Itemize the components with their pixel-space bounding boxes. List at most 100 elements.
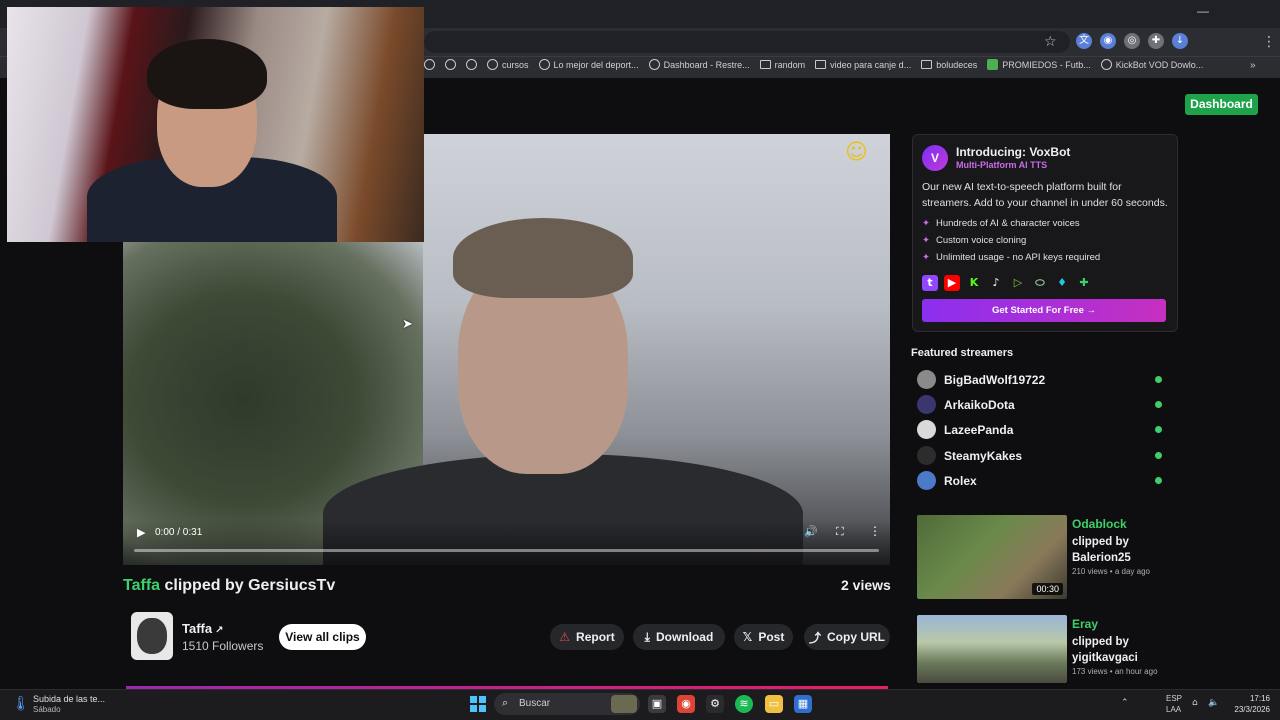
download-icon[interactable]: ↓ (1172, 33, 1188, 49)
streamer-avatar (917, 370, 936, 389)
keyboard-layout-indicator[interactable]: LAA (1166, 705, 1181, 714)
online-indicator-icon (1155, 376, 1162, 383)
streamer-avatar[interactable] (131, 612, 173, 660)
bookmark-star-icon[interactable]: ☆ (1044, 34, 1057, 50)
youtube-icon: ▶ (944, 275, 960, 291)
address-bar[interactable] (424, 31, 1070, 53)
report-button[interactable]: ⚠ Report (550, 624, 624, 650)
side-clip-card[interactable]: 00:30 Odablock clipped by Balerion25 210 … (917, 515, 1167, 601)
browser-menu-icon[interactable]: ⋮ (1262, 34, 1276, 50)
folder-icon (759, 60, 771, 69)
taskbar-search-placeholder[interactable]: Buscar (519, 698, 550, 709)
clip-clipped-by: clipped by GersiucsTv (160, 577, 336, 594)
streamer-name: BigBadWolf19722 (944, 373, 1046, 387)
bookmark-item[interactable]: KickBot VOD Dowlo... (1100, 59, 1203, 70)
clip-meta: 210 views • a day ago (1072, 567, 1150, 576)
steam-icon[interactable]: ⚙ (706, 695, 724, 713)
online-indicator-icon (1155, 477, 1162, 484)
external-link-icon: ↗ (215, 625, 224, 636)
clip-thumbnail[interactable]: 00:30 (917, 515, 1067, 599)
globe-icon (1100, 59, 1112, 70)
bookmark-icon-only[interactable] (424, 59, 435, 70)
featured-streamer-row[interactable]: Rolex (917, 471, 1163, 491)
extension-icon[interactable]: ◎ (1124, 33, 1140, 49)
bot-icon: ♦ (1054, 275, 1070, 291)
streamer-name: ArkaikoDota (944, 398, 1015, 412)
featured-streamer-row[interactable]: SteamyKakes (917, 446, 1163, 466)
download-button[interactable]: ⤓ Download (633, 624, 725, 650)
bookmark-icon-only[interactable] (466, 59, 477, 70)
windows-start-icon[interactable] (470, 696, 486, 712)
bookmark-folder[interactable]: video para canje d... (815, 60, 911, 70)
bookmark-folder[interactable]: boludeces (921, 60, 977, 70)
puzzle-extensions-icon[interactable]: ✚ (1148, 33, 1164, 49)
featured-streamer-row[interactable]: BigBadWolf19722 (917, 370, 1163, 390)
folder-icon (921, 60, 933, 69)
featured-streamer-row[interactable]: ArkaikoDota (917, 395, 1163, 415)
thermometer-icon[interactable]: 🌡 (12, 696, 30, 712)
clip-thumbnail[interactable] (917, 615, 1067, 683)
globe-icon (538, 59, 550, 70)
globe-icon (648, 59, 660, 70)
bookmark-folder[interactable]: random (759, 60, 805, 70)
streamer-name: LazeePanda (944, 423, 1014, 437)
bookmark-item[interactable]: cursos (487, 59, 529, 70)
streamer-avatar (917, 395, 936, 414)
copy-url-button[interactable]: ⤴ Copy URL (804, 624, 890, 650)
fullscreen-icon[interactable]: ⛶ (836, 525, 844, 539)
network-icon[interactable]: ⌂ (1192, 698, 1198, 708)
weather-widget-title[interactable]: Subida de las te... (33, 694, 105, 704)
webcam-overlay (7, 7, 424, 242)
view-all-clips-button[interactable]: View all clips (279, 624, 366, 650)
clip-title: Taffa clipped by GersiucsTv (123, 577, 335, 595)
volume-icon[interactable]: 🔊 (804, 525, 818, 538)
plus-icon: ✦ (922, 252, 930, 263)
extension-icon[interactable]: ◉ (1100, 33, 1116, 49)
play-icon[interactable]: ▶ (137, 526, 145, 539)
globe-icon (487, 59, 498, 70)
warning-icon: ⚠ (559, 630, 571, 644)
bookmark-item[interactable]: Dashboard - Restre... (648, 59, 750, 70)
streamer-name: SteamyKakes (944, 449, 1023, 463)
video-controls (123, 520, 890, 565)
tray-chevron-icon[interactable]: ⌃ (1121, 698, 1129, 708)
store-icon[interactable]: ▦ (794, 695, 812, 713)
clock-date[interactable]: 23/3/2026 (1222, 705, 1270, 714)
bookmark-item[interactable]: PROMIEDOS - Futb... (987, 59, 1091, 70)
side-clip-card[interactable]: Eray clipped by yigitkavgaci 173 views • … (917, 615, 1167, 685)
clip-streamer-name[interactable]: Odablock (1072, 517, 1127, 531)
dashboard-button[interactable]: Dashboard (1185, 94, 1258, 115)
voxbot-get-started-button[interactable]: Get Started For Free → (922, 299, 1166, 322)
chrome-icon[interactable]: ◉ (677, 695, 695, 713)
video-time: 0:00 / 0:31 (155, 527, 203, 538)
clock-time[interactable]: 17:16 (1232, 694, 1270, 703)
bookmark-icon-only[interactable] (445, 59, 456, 70)
search-highlight-icon[interactable] (611, 695, 637, 713)
post-button[interactable]: 𝕏 Post (734, 624, 793, 650)
extensions-bar: 文 ◉ ◎ ✚ ↓ (1076, 33, 1188, 49)
clip-streamer-link[interactable]: Taffa (123, 577, 160, 594)
voxbot-logo-icon: V (922, 145, 948, 171)
language-indicator[interactable]: ESP (1166, 694, 1182, 703)
bookmark-item[interactable]: Lo mejor del deport... (538, 59, 639, 70)
minimize-icon[interactable]: — (1197, 4, 1209, 18)
streamer-name[interactable]: Taffa ↗ (182, 621, 224, 636)
streamer-avatar (917, 420, 936, 439)
task-view-icon[interactable]: ▣ (648, 695, 666, 713)
video-more-icon[interactable]: ⋮ (869, 524, 881, 538)
clip-clipped-by: clipped by Balerion25 (1072, 536, 1131, 564)
speaker-icon[interactable]: 🔈 (1208, 698, 1219, 708)
clip-meta: 173 views • an hour ago (1072, 667, 1158, 676)
bookmarks-overflow-icon[interactable]: » (1250, 60, 1256, 71)
streamer-name: Rolex (944, 474, 977, 488)
clip-streamer-name[interactable]: Eray (1072, 617, 1098, 631)
spotify-icon[interactable]: ≋ (735, 695, 753, 713)
x-logo-icon: 𝕏 (742, 630, 753, 644)
translate-extension-icon[interactable]: 文 (1076, 33, 1092, 49)
folder-icon (815, 60, 827, 69)
file-explorer-icon[interactable]: ▭ (765, 695, 783, 713)
clip-duration: 00:30 (1032, 583, 1063, 595)
voxbot-subtitle: Multi-Platform AI TTS (956, 160, 1048, 170)
featured-streamer-row[interactable]: LazeePanda (917, 420, 1163, 440)
video-progress-bar[interactable] (134, 549, 879, 552)
